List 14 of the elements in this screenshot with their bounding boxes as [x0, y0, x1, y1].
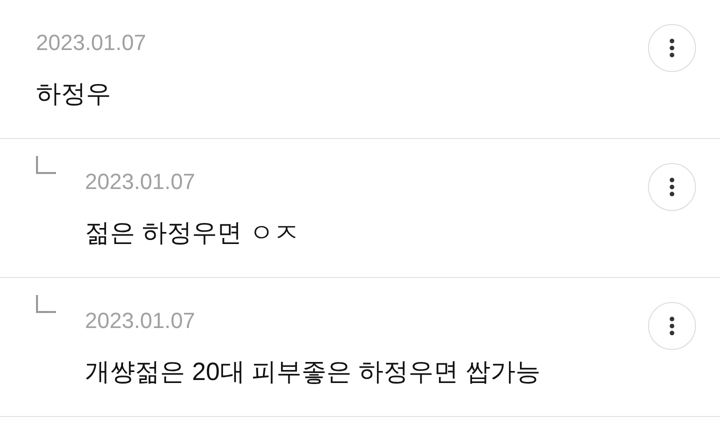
comment-text: 개썅젊은 20대 피부좋은 하정우면 쌉가능: [85, 357, 542, 388]
more-icon: [669, 38, 675, 58]
more-icon: [669, 177, 675, 197]
comment-text: 하정우: [36, 79, 112, 110]
comment-date: 2023.01.07: [85, 168, 196, 196]
comment-date: 2023.01.07: [36, 29, 148, 57]
reply-icon: [36, 156, 56, 176]
comment-text: 젊은 하정우면 ㅇㅈ: [85, 218, 300, 249]
more-button[interactable]: [648, 302, 696, 350]
more-button[interactable]: [648, 24, 696, 72]
more-button[interactable]: [648, 163, 696, 211]
more-icon: [669, 316, 675, 336]
comment-date: 2023.01.07: [85, 307, 196, 335]
reply-icon: [36, 295, 56, 315]
